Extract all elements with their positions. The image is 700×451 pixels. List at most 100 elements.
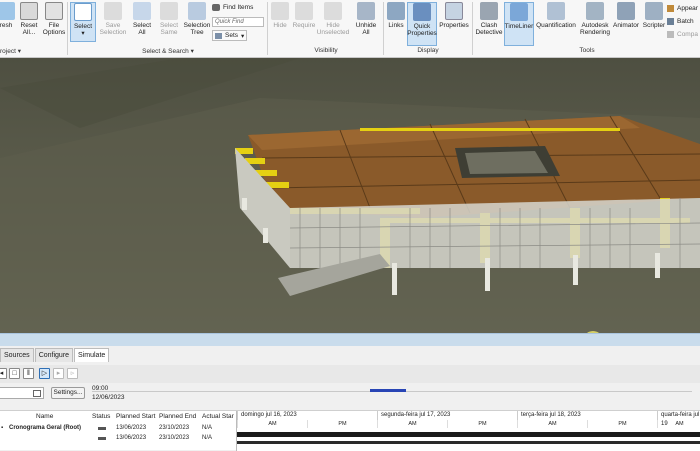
current-time: 09:00 xyxy=(92,385,109,392)
chevron-down-icon: ▾ xyxy=(241,32,245,40)
group-label-select-search: Select & Search ▾ xyxy=(142,48,194,55)
stop-icon: □ xyxy=(12,370,17,377)
compare-button[interactable]: Compa xyxy=(667,31,698,38)
gantt-day-header: segunda-feira jul 17, 2023 xyxy=(377,411,517,420)
status-icon xyxy=(98,427,106,430)
task-grid: Name Status Planned Start Planned End Ac… xyxy=(0,410,700,451)
select-same-button[interactable]: Select Same xyxy=(157,2,181,46)
date-row: Settings... 09:00 12/06/2023 xyxy=(0,385,700,407)
quantification-button[interactable]: Quantification xyxy=(534,2,578,46)
table-row[interactable]: 13/06/2023 23/10/2023 N/A xyxy=(0,434,236,443)
sets-dropdown[interactable]: Sets ▾ xyxy=(212,30,248,41)
gantt-day-header: domingo jul 16, 2023 xyxy=(237,411,377,420)
quick-properties-button[interactable]: Quick Properties xyxy=(407,2,437,46)
tab-simulate[interactable]: Simulate xyxy=(74,348,110,362)
require-button[interactable]: Require xyxy=(292,2,316,46)
binoculars-icon xyxy=(212,4,220,11)
column-header-planned-start[interactable]: Planned Start xyxy=(116,411,155,423)
gantt-day-header: terça-feira jul 18, 2023 xyxy=(517,411,657,420)
properties-icon xyxy=(445,2,463,20)
step-forward-button[interactable]: ▸ xyxy=(53,368,64,379)
gantt-chart[interactable]: domingo jul 16, 2023 segunda-feira jul 1… xyxy=(236,411,700,451)
quick-find-input[interactable]: Quick Find xyxy=(212,17,264,27)
gantt-task-bar[interactable] xyxy=(237,441,700,444)
reset-all-button[interactable]: Reset All... xyxy=(17,2,41,46)
table-row[interactable]: ▪ Cronograma Geral (Root) 13/06/2023 23/… xyxy=(0,424,236,433)
planned-end-cell: 23/10/2023 xyxy=(159,435,190,441)
select-all-button[interactable]: Select All xyxy=(130,2,154,46)
quantification-icon xyxy=(547,2,565,20)
forward-button[interactable]: ▹ xyxy=(67,368,78,379)
find-items-button[interactable]: Find Items xyxy=(212,4,253,11)
select-same-icon xyxy=(160,2,178,20)
gantt-am-label: AM xyxy=(517,420,587,428)
sets-icon xyxy=(215,32,222,39)
autodesk-rendering-button[interactable]: Autodesk Rendering xyxy=(578,2,612,46)
compare-icon xyxy=(667,31,674,38)
refresh-button[interactable]: resh xyxy=(0,2,16,46)
animator-button[interactable]: Animator xyxy=(611,2,641,46)
gantt-task-bar[interactable] xyxy=(237,432,700,437)
require-icon xyxy=(295,2,313,20)
cursor-icon xyxy=(74,3,92,21)
tab-sources[interactable]: Sources xyxy=(0,348,34,362)
hide-icon xyxy=(271,2,289,20)
scripter-icon xyxy=(645,2,663,20)
ribbon-separator xyxy=(67,2,68,55)
hide-unselected-icon xyxy=(324,2,342,20)
properties-button[interactable]: Properties xyxy=(438,2,470,46)
scripter-button[interactable]: Scripter xyxy=(641,2,667,46)
column-header-planned-end[interactable]: Planned End xyxy=(159,411,196,423)
settings-button[interactable]: Settings... xyxy=(51,387,85,399)
task-name: Cronograma Geral (Root) xyxy=(9,425,82,431)
pause-button[interactable]: ‖ xyxy=(23,368,34,379)
forward-icon: ▹ xyxy=(70,370,75,377)
file-options-icon xyxy=(45,2,63,20)
column-header-name[interactable]: Name xyxy=(36,411,53,423)
select-all-icon xyxy=(133,2,151,20)
links-icon xyxy=(387,2,405,20)
panel-splitter[interactable] xyxy=(0,333,700,346)
animator-icon xyxy=(617,2,635,20)
gantt-day-header: quarta-feira jul 19 xyxy=(657,411,700,427)
unhide-all-button[interactable]: Unhide All xyxy=(352,2,380,46)
rewind-button[interactable]: ◂ xyxy=(0,368,7,379)
date-picker-input[interactable] xyxy=(0,387,44,399)
status-icon xyxy=(98,437,106,440)
actual-start-cell: N/A xyxy=(202,425,213,431)
select-button[interactable]: Select ▾ xyxy=(70,2,96,42)
gantt-pm-label: PM xyxy=(447,420,517,428)
gantt-am-label: AM xyxy=(657,420,700,428)
reset-icon xyxy=(20,2,38,20)
stop-button[interactable]: □ xyxy=(9,368,20,379)
gantt-pm-label: PM xyxy=(587,420,657,428)
hide-button[interactable]: Hide xyxy=(268,2,292,46)
clash-detective-button[interactable]: Clash Detective xyxy=(474,2,504,46)
column-header-actual-start[interactable]: Actual Star xyxy=(202,411,234,423)
unhide-icon xyxy=(357,2,375,20)
column-header-status[interactable]: Status xyxy=(92,411,110,423)
selection-tree-icon xyxy=(188,2,206,20)
appearance-button[interactable]: Appear xyxy=(667,5,698,12)
play-icon: ▷ xyxy=(41,370,48,377)
rendering-icon xyxy=(586,2,604,20)
timeliner-icon xyxy=(510,3,528,21)
ribbon: resh Reset All... File Options roject ▾ … xyxy=(0,0,700,58)
save-selection-button[interactable]: Save Selection xyxy=(98,2,128,46)
expand-icon[interactable]: ▪ xyxy=(1,424,3,432)
planned-end-cell: 23/10/2023 xyxy=(159,425,190,431)
play-button[interactable]: ▷ xyxy=(39,368,50,379)
tab-configure[interactable]: Configure xyxy=(34,348,74,362)
pause-icon: ‖ xyxy=(27,370,30,377)
batch-icon xyxy=(667,18,674,25)
selection-tree-button[interactable]: Selection Tree xyxy=(183,2,211,46)
hide-unselected-button[interactable]: Hide Unselected xyxy=(316,2,350,46)
file-options-button[interactable]: File Options xyxy=(42,2,66,46)
rewind-icon: ◂ xyxy=(0,370,4,377)
3d-viewport[interactable] xyxy=(0,58,700,333)
links-button[interactable]: Links xyxy=(385,2,407,46)
timeliner-button[interactable]: TimeLiner xyxy=(504,2,534,46)
gantt-pm-label: PM xyxy=(307,420,377,428)
batch-button[interactable]: Batch xyxy=(667,18,694,25)
save-selection-icon xyxy=(104,2,122,20)
